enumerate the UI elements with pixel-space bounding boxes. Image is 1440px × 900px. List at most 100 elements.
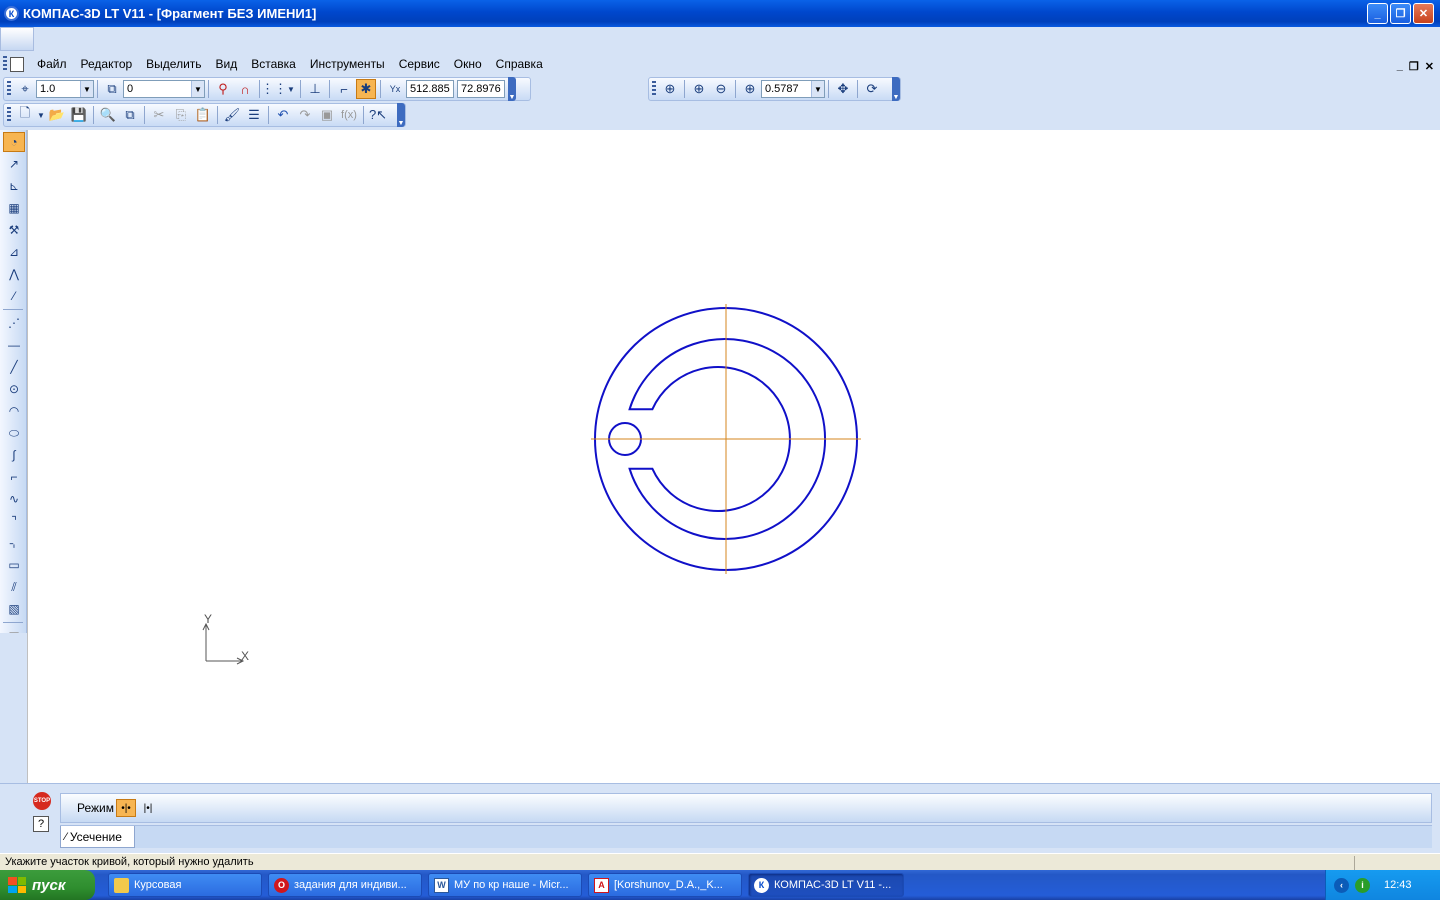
zoom-in-icon[interactable]: ⊕ bbox=[689, 79, 709, 99]
info-icon[interactable]: i bbox=[1355, 877, 1370, 893]
preview-icon[interactable]: 🔍 bbox=[98, 105, 118, 125]
app-window: К КОМПАС-3D LT V11 - [Фрагмент БЕЗ ИМЕНИ… bbox=[0, 0, 1440, 900]
mdi-minimize-button[interactable]: _ bbox=[1397, 60, 1403, 73]
paste-icon[interactable]: 📋 bbox=[193, 105, 213, 125]
task-word[interactable]: W МУ по кр наше - Micr... bbox=[428, 873, 582, 897]
dimensions-icon[interactable]: ↗ bbox=[3, 154, 25, 174]
ellipse-icon[interactable]: ⬭ bbox=[3, 423, 25, 443]
toolbar-grip[interactable] bbox=[0, 27, 34, 51]
designations-icon[interactable]: ⊾ bbox=[3, 176, 25, 196]
fillet-icon[interactable]: ⌍ bbox=[3, 533, 25, 553]
parametrization-icon[interactable]: ⚒ bbox=[3, 220, 25, 240]
save-icon[interactable]: 💾 bbox=[69, 105, 89, 125]
new-doc-icon[interactable]: 🗋 bbox=[15, 105, 35, 125]
auxiliary-line-icon[interactable]: — bbox=[3, 335, 25, 355]
help-icon[interactable]: ? bbox=[33, 816, 49, 832]
new-dropdown-icon[interactable]: ▼ bbox=[37, 105, 45, 125]
ortho-icon[interactable]: ⌐ bbox=[334, 79, 354, 99]
task-label: [Korshunov_D.A.,_K... bbox=[614, 879, 723, 891]
task-pdf[interactable]: A [Korshunov_D.A.,_K... bbox=[588, 873, 742, 897]
menu-file[interactable]: Файл bbox=[30, 57, 74, 71]
standard-toolbar: 🗋 ▼ 📂 💾 🔍 ⧉ ✂ ⎘ 📋 🖌 ☰ ↶ ↷ ▣ f(x) ?↖ ▼ bbox=[3, 103, 406, 127]
refresh-icon[interactable]: ⟳ bbox=[862, 79, 882, 99]
layer-combo[interactable]: 0 ▼ bbox=[123, 80, 205, 98]
task-folder[interactable]: Курсовая bbox=[108, 873, 262, 897]
equidistant-icon[interactable]: ⫽ bbox=[3, 577, 25, 597]
manager-icon[interactable]: ⧉ bbox=[120, 105, 140, 125]
toolbar-options-icon[interactable]: ▼ bbox=[508, 77, 516, 101]
coord-y-field[interactable]: 72.8976 bbox=[457, 80, 505, 98]
hatch-icon[interactable]: ▧ bbox=[3, 599, 25, 619]
chevron-down-icon: ▼ bbox=[811, 81, 824, 97]
trim-between-mode-icon[interactable]: |•| bbox=[138, 799, 158, 817]
snap-icon[interactable]: ✱ bbox=[356, 79, 376, 99]
rectangle-icon[interactable]: ▭ bbox=[3, 555, 25, 575]
point-icon[interactable]: ⋰ bbox=[3, 313, 25, 333]
tab-trim[interactable]: ⁄ Усечение bbox=[60, 826, 135, 848]
step-combo[interactable]: 1.0 ▼ bbox=[36, 80, 94, 98]
zoom-icon[interactable]: ⊕ bbox=[740, 79, 760, 99]
zoom-out-icon[interactable]: ⊖ bbox=[711, 79, 731, 99]
bezier-icon[interactable]: ∿ bbox=[3, 489, 25, 509]
tray-expand-icon[interactable]: ‹ bbox=[1334, 877, 1349, 893]
format-brush-icon[interactable]: 🖌 bbox=[222, 105, 242, 125]
arc-icon[interactable]: ◠ bbox=[3, 401, 25, 421]
grid-icon[interactable]: ⋮⋮ bbox=[261, 79, 287, 99]
restore-button[interactable]: ❐ bbox=[1390, 3, 1411, 24]
menu-service[interactable]: Сервис bbox=[392, 57, 447, 71]
chevron-down-icon: ▼ bbox=[80, 81, 93, 97]
toolbar-options-icon[interactable]: ▼ bbox=[397, 103, 405, 127]
mdi-restore-button[interactable]: ❐ bbox=[1409, 60, 1419, 73]
spec-icon[interactable]: ⁄ bbox=[3, 286, 25, 306]
menu-tools[interactable]: Инструменты bbox=[303, 57, 392, 71]
axis-x-label: X bbox=[241, 649, 249, 663]
step-icon[interactable]: ⌖ bbox=[15, 79, 35, 99]
magnet-icon[interactable]: ∩ bbox=[235, 79, 255, 99]
menu-view[interactable]: Вид bbox=[209, 57, 245, 71]
polyline-icon[interactable]: ⌐ bbox=[3, 467, 25, 487]
task-kompas[interactable]: К КОМПАС-3D LT V11 -... bbox=[748, 873, 904, 897]
start-button[interactable]: пуск bbox=[0, 870, 95, 900]
stop-icon[interactable]: STOP bbox=[33, 792, 51, 810]
close-button[interactable]: ✕ bbox=[1413, 3, 1434, 24]
geometry-icon[interactable]: ◔ bbox=[3, 132, 25, 152]
properties-list-icon[interactable]: ☰ bbox=[244, 105, 264, 125]
menu-edit[interactable]: Редактор bbox=[74, 57, 140, 71]
open-icon[interactable]: 📂 bbox=[47, 105, 67, 125]
chamfer-icon[interactable]: ⌝ bbox=[3, 511, 25, 531]
selection-icon[interactable]: ⋀ bbox=[3, 264, 25, 284]
segment-icon[interactable]: ╱ bbox=[3, 357, 25, 377]
redo-icon[interactable]: ↷ bbox=[295, 105, 315, 125]
coord-x-field[interactable]: 512.885 bbox=[406, 80, 454, 98]
context-help-icon[interactable]: ?↖ bbox=[368, 105, 388, 125]
kompas-logo-icon: К bbox=[4, 6, 19, 21]
task-opera[interactable]: O задания для индиви... bbox=[268, 873, 422, 897]
toolbar-options-icon[interactable]: ▼ bbox=[892, 77, 900, 101]
circle-icon[interactable]: ⊙ bbox=[3, 379, 25, 399]
layer-icon[interactable]: ⧉ bbox=[102, 79, 122, 99]
undo-icon[interactable]: ↶ bbox=[273, 105, 293, 125]
menu-window[interactable]: Окно bbox=[447, 57, 489, 71]
spline-icon[interactable]: ∫ bbox=[3, 445, 25, 465]
pan-icon[interactable]: ✥ bbox=[833, 79, 853, 99]
editing-icon[interactable]: ▦ bbox=[3, 198, 25, 218]
drawing-canvas[interactable]: Y X bbox=[27, 130, 1440, 783]
local-cs-icon[interactable]: ⊥ bbox=[305, 79, 325, 99]
function-icon[interactable]: f(x) bbox=[339, 105, 359, 125]
properties-icon[interactable]: ⚲ bbox=[213, 79, 233, 99]
menu-select[interactable]: Выделить bbox=[139, 57, 208, 71]
zoom-combo[interactable]: 0.5787 ▼ bbox=[761, 80, 825, 98]
property-tabs: ⁄ Усечение bbox=[60, 825, 1432, 848]
zoom-window-icon[interactable]: ⊕ bbox=[660, 79, 680, 99]
trim-segment-mode-icon[interactable]: •|• bbox=[116, 799, 136, 817]
mdi-close-button[interactable]: ✕ bbox=[1425, 60, 1434, 73]
copy-icon[interactable]: ⎘ bbox=[171, 105, 191, 125]
measure-icon[interactable]: ⊿ bbox=[3, 242, 25, 262]
cut-icon[interactable]: ✂ bbox=[149, 105, 169, 125]
library-icon[interactable]: ▣ bbox=[317, 105, 337, 125]
minimize-button[interactable]: _ bbox=[1367, 3, 1388, 24]
grid-dropdown-icon[interactable]: ▼ bbox=[286, 79, 296, 99]
menu-insert[interactable]: Вставка bbox=[244, 57, 303, 71]
menu-help[interactable]: Справка bbox=[489, 57, 550, 71]
document-icon[interactable] bbox=[10, 56, 24, 72]
